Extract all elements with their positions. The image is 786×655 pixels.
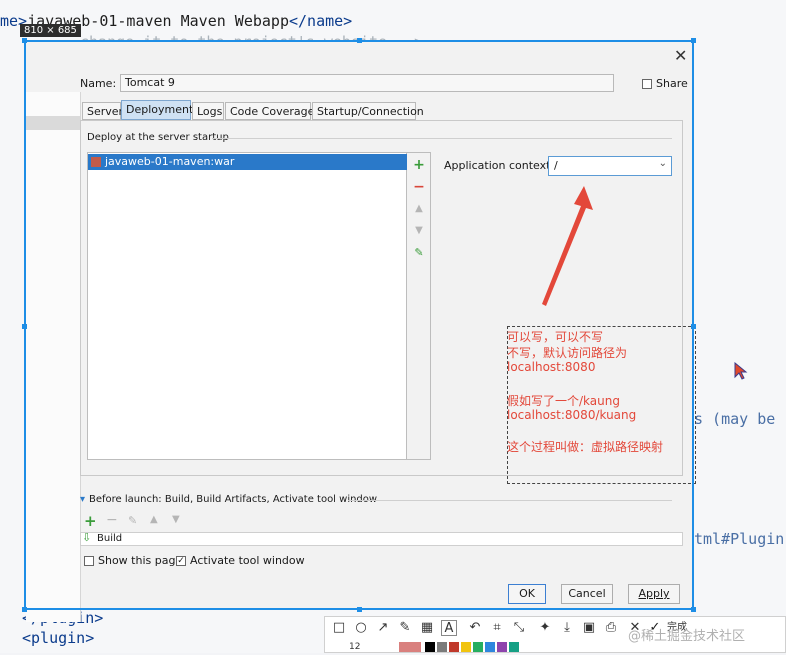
resize-handle-br[interactable] <box>691 607 696 612</box>
resize-handle-tr[interactable] <box>691 38 696 43</box>
resize-handle-b[interactable] <box>357 607 362 612</box>
color-swatch[interactable] <box>425 642 435 652</box>
resize-handle-t[interactable] <box>357 38 362 43</box>
mouse-cursor-icon <box>734 362 748 380</box>
capture-selection-frame[interactable] <box>24 40 694 610</box>
ocr-icon[interactable]: ⌗ <box>489 620 505 636</box>
rectangle-icon[interactable]: □ <box>331 620 347 636</box>
ellipse-icon[interactable]: ○ <box>353 620 369 636</box>
code-line-plugin-open: <plugin> <box>22 629 95 647</box>
undo-icon[interactable]: ↶ <box>467 620 483 636</box>
current-color-swatch[interactable] <box>399 642 421 652</box>
code-tag-close: </name> <box>289 12 353 30</box>
arrow-icon[interactable]: ↗ <box>375 620 391 636</box>
pin-icon[interactable]: ✦ <box>537 620 553 636</box>
bookmark-icon[interactable]: ⎙ <box>603 620 619 636</box>
resize-handle-bl[interactable] <box>22 607 27 612</box>
translate-icon[interactable]: ⤡ <box>511 620 527 636</box>
code-right-fragment-1: s (may be <box>694 410 776 428</box>
color-swatch[interactable] <box>449 642 459 652</box>
color-swatch[interactable] <box>509 642 519 652</box>
mosaic-icon[interactable]: ▦ <box>419 620 435 636</box>
color-swatch[interactable] <box>485 642 495 652</box>
pen-icon[interactable]: ✎ <box>397 620 413 636</box>
download-icon[interactable]: ⤓ <box>559 620 575 636</box>
watermark: @稀土掘金技术社区 <box>628 629 746 644</box>
text-icon[interactable]: A <box>441 620 457 636</box>
color-swatch[interactable] <box>461 642 471 652</box>
code-right-fragment-2: tml#Plugin <box>694 530 785 548</box>
resize-handle-r[interactable] <box>691 324 696 329</box>
resize-handle-tl[interactable] <box>22 38 27 43</box>
color-swatch[interactable] <box>473 642 483 652</box>
color-swatch[interactable] <box>437 642 447 652</box>
save-icon[interactable]: ▣ <box>581 620 597 636</box>
dimension-badge: 810 × 685 <box>20 24 81 37</box>
resize-handle-l[interactable] <box>22 324 27 329</box>
color-swatch[interactable] <box>497 642 507 652</box>
